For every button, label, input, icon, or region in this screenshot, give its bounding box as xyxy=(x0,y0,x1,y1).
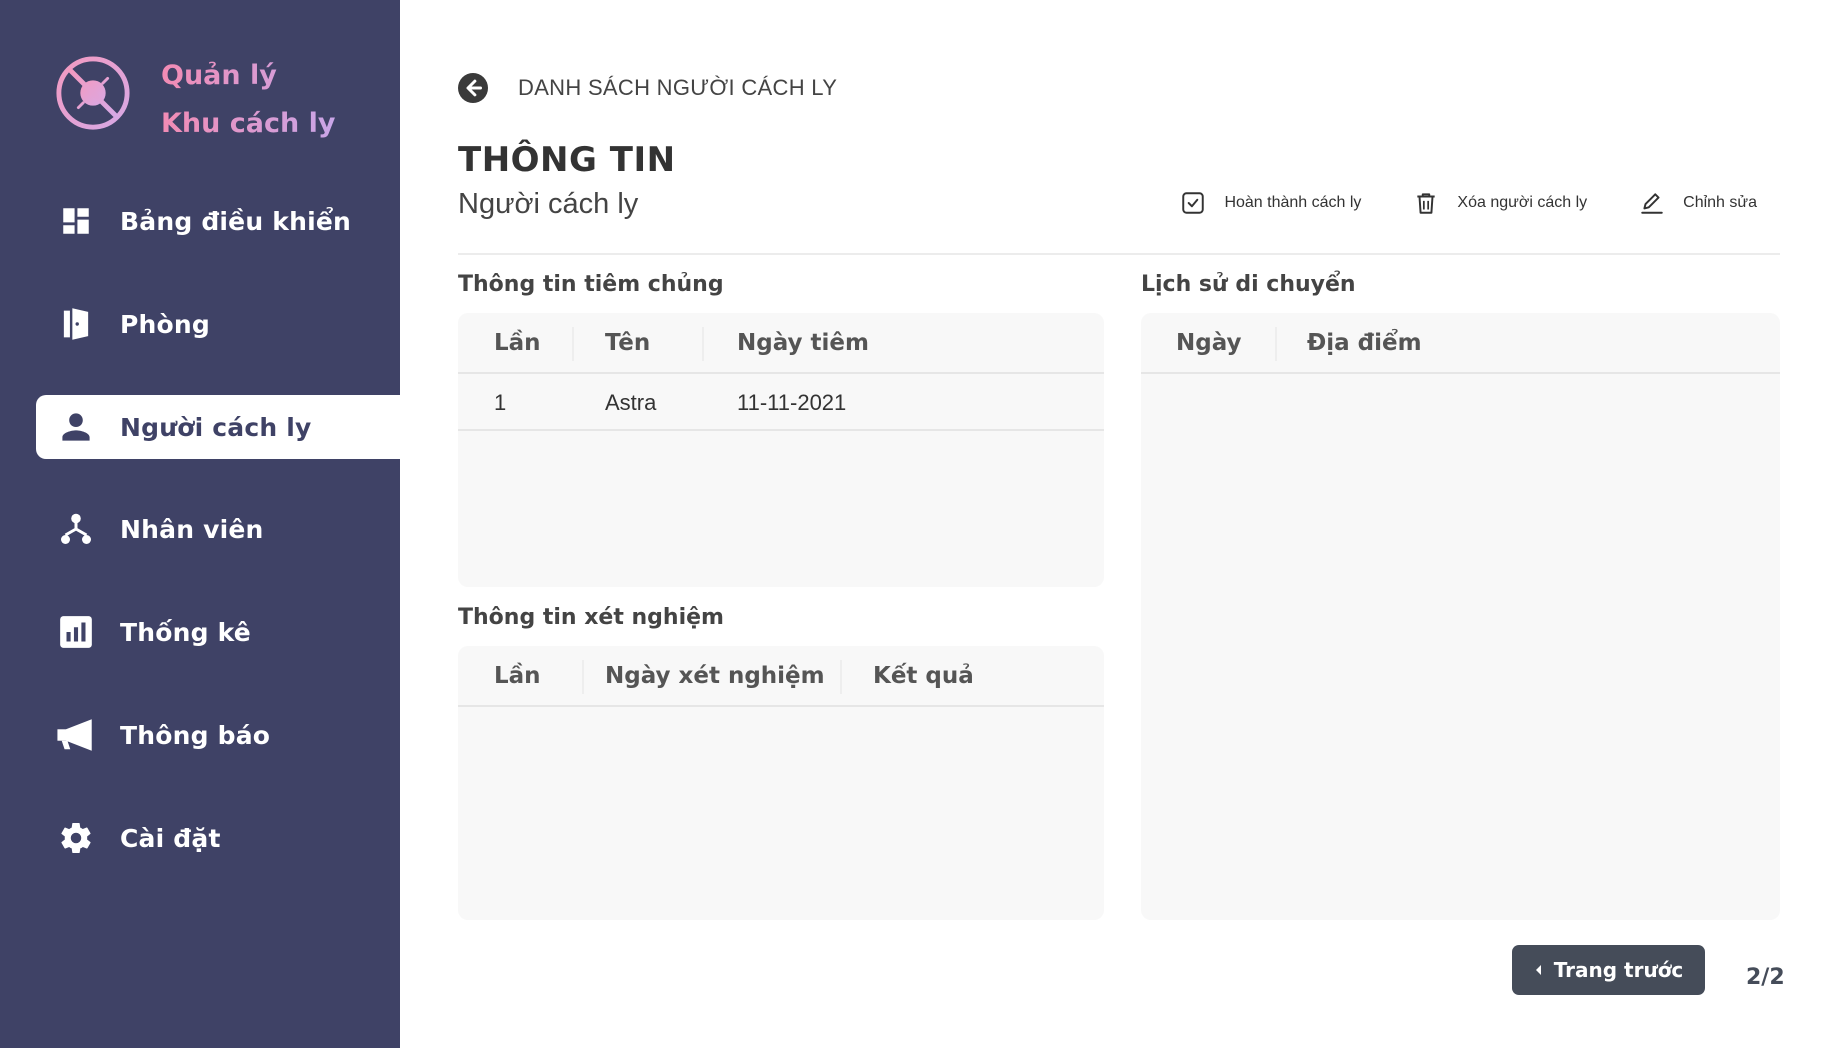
door-icon xyxy=(56,304,96,344)
column-header: Ngày tiêm xyxy=(737,330,869,356)
sidebar: Quản lý Khu cách ly Bảng điều khiển Phòn… xyxy=(0,0,400,1048)
column-divider xyxy=(582,660,584,694)
complete-quarantine-label: Hoàn thành cách ly xyxy=(1224,194,1362,211)
trash-icon xyxy=(1417,193,1436,214)
sidebar-item-label: Nhân viên xyxy=(120,514,264,544)
sidebar-item-label: Bảng điều khiển xyxy=(120,206,351,236)
brand-line-1: Quản lý xyxy=(161,60,277,91)
edit-label: Chỉnh sửa xyxy=(1683,194,1757,211)
sidebar-item-staff[interactable]: Nhân viên xyxy=(36,497,400,561)
bar-chart-icon xyxy=(56,612,96,652)
testing-table: Lần Ngày xét nghiệm Kết quả xyxy=(458,646,1104,920)
sidebar-item-label: Cài đặt xyxy=(120,823,221,853)
complete-quarantine-button[interactable]: Hoàn thành cách ly xyxy=(1180,190,1361,216)
breadcrumb: DANH SÁCH NGƯỜI CÁCH LY xyxy=(458,72,837,104)
previous-page-label: Trang trước xyxy=(1553,958,1684,982)
column-header: Kết quả xyxy=(873,663,974,689)
sidebar-item-rooms[interactable]: Phòng xyxy=(36,292,400,356)
column-header: Ngày xét nghiệm xyxy=(605,663,825,689)
table-cell: 11-11-2021 xyxy=(737,390,847,415)
table-row[interactable]: 1 Astra 11-11-2021 xyxy=(458,374,1104,431)
sidebar-item-dashboard[interactable]: Bảng điều khiển xyxy=(36,189,400,253)
page-indicator: 2/2 xyxy=(1746,965,1785,990)
gear-icon xyxy=(56,818,96,858)
delete-person-button[interactable]: Xóa người cách ly xyxy=(1413,190,1587,216)
sidebar-item-statistics[interactable]: Thống kê xyxy=(36,600,400,664)
column-divider xyxy=(702,327,704,361)
sidebar-item-label: Người cách ly xyxy=(120,412,312,442)
sidebar-item-settings[interactable]: Cài đặt xyxy=(36,806,400,870)
column-divider xyxy=(840,660,842,694)
page-subtitle: Người cách ly xyxy=(458,188,639,220)
table-header: Lần Ngày xét nghiệm Kết quả xyxy=(458,646,1104,707)
brand-name: Quản lý Khu cách ly xyxy=(161,52,335,148)
vaccination-section-title: Thông tin tiêm chủng xyxy=(458,272,724,297)
edit-button[interactable]: Chỉnh sửa xyxy=(1639,190,1757,216)
sidebar-item-label: Thông báo xyxy=(120,720,271,750)
header-divider xyxy=(458,253,1780,255)
column-header: Tên xyxy=(605,330,651,356)
column-divider xyxy=(1275,327,1277,361)
column-header: Ngày xyxy=(1176,330,1242,356)
megaphone-icon xyxy=(56,715,96,755)
pencil-icon xyxy=(1641,193,1663,214)
page-title: THÔNG TIN xyxy=(458,140,676,180)
staff-hierarchy-icon xyxy=(56,509,96,549)
sidebar-item-label: Phòng xyxy=(120,309,210,339)
brand: Quản lý Khu cách ly xyxy=(54,52,374,142)
table-cell: 1 xyxy=(494,390,507,415)
table-header: Lần Tên Ngày tiêm xyxy=(458,313,1104,374)
column-header: Lần xyxy=(494,330,541,356)
movement-table: Ngày Địa điểm xyxy=(1141,313,1780,920)
sidebar-item-quarantined-people[interactable]: Người cách ly xyxy=(36,395,400,459)
sidebar-item-label: Thống kê xyxy=(120,617,251,647)
caret-left-icon xyxy=(1535,965,1541,975)
vaccination-table: Lần Tên Ngày tiêm 1 Astra 11-11-2021 xyxy=(458,313,1104,587)
movement-section-title: Lịch sử di chuyển xyxy=(1141,272,1356,297)
column-header: Địa điểm xyxy=(1307,330,1422,356)
virus-prohibited-icon xyxy=(56,56,130,130)
testing-section-title: Thông tin xét nghiệm xyxy=(458,605,724,630)
delete-person-label: Xóa người cách ly xyxy=(1457,194,1588,211)
person-icon xyxy=(56,407,96,447)
breadcrumb-link[interactable]: DANH SÁCH NGƯỜI CÁCH LY xyxy=(518,75,837,101)
column-divider xyxy=(572,327,574,361)
action-bar: Hoàn thành cách ly Xóa người cách ly Chỉ… xyxy=(1128,190,1757,216)
dashboard-icon xyxy=(56,201,96,241)
table-header: Ngày Địa điểm xyxy=(1141,313,1780,374)
back-arrow-icon[interactable] xyxy=(458,73,488,103)
column-header: Lần xyxy=(494,663,541,689)
sidebar-item-notifications[interactable]: Thông báo xyxy=(36,703,400,767)
previous-page-button[interactable]: Trang trước xyxy=(1512,945,1705,995)
checkbox-icon xyxy=(1182,192,1205,214)
brand-line-2: Khu cách ly xyxy=(161,108,336,139)
table-cell: Astra xyxy=(605,390,657,415)
